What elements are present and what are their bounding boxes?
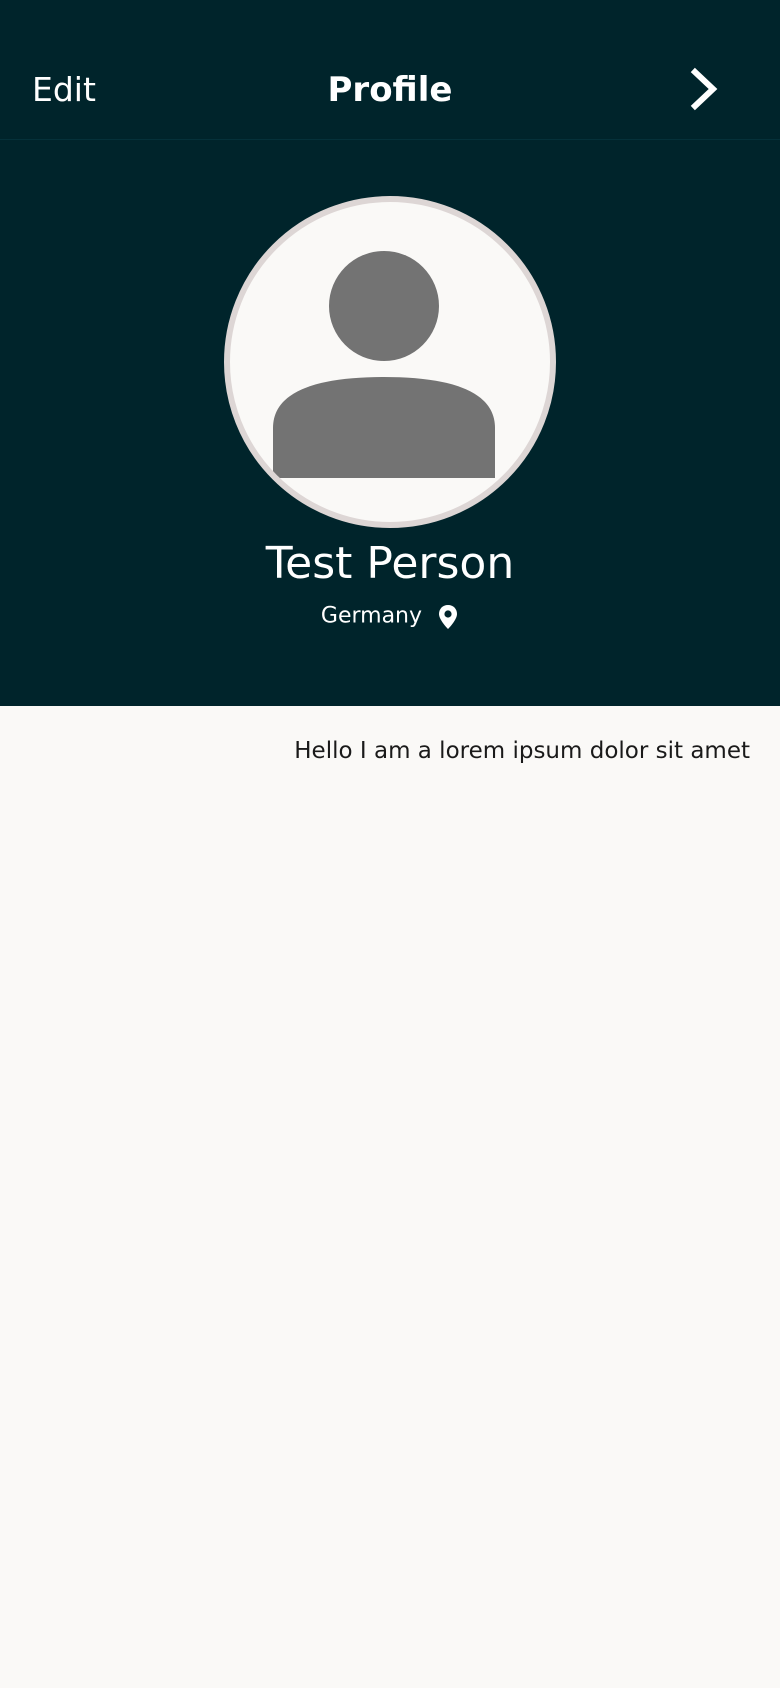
location-text: Germany bbox=[320, 603, 423, 629]
profile-screen: Edit Profile Test Person Germany Hello I… bbox=[0, 0, 780, 1688]
top-app-bar: Edit Profile bbox=[0, 0, 780, 140]
chevron-right-icon[interactable] bbox=[680, 65, 728, 113]
avatar[interactable] bbox=[224, 196, 556, 528]
person-icon bbox=[273, 251, 495, 478]
edit-button[interactable]: Edit bbox=[32, 70, 96, 110]
location-row: Germany bbox=[0, 600, 780, 633]
profile-name: Test Person bbox=[265, 538, 515, 589]
profile-header: Test Person Germany bbox=[0, 140, 780, 706]
bio-text: Hello I am a lorem ipsum dolor sit amet bbox=[294, 738, 750, 764]
map-pin-icon bbox=[437, 604, 459, 630]
page-title: Profile bbox=[327, 70, 453, 110]
